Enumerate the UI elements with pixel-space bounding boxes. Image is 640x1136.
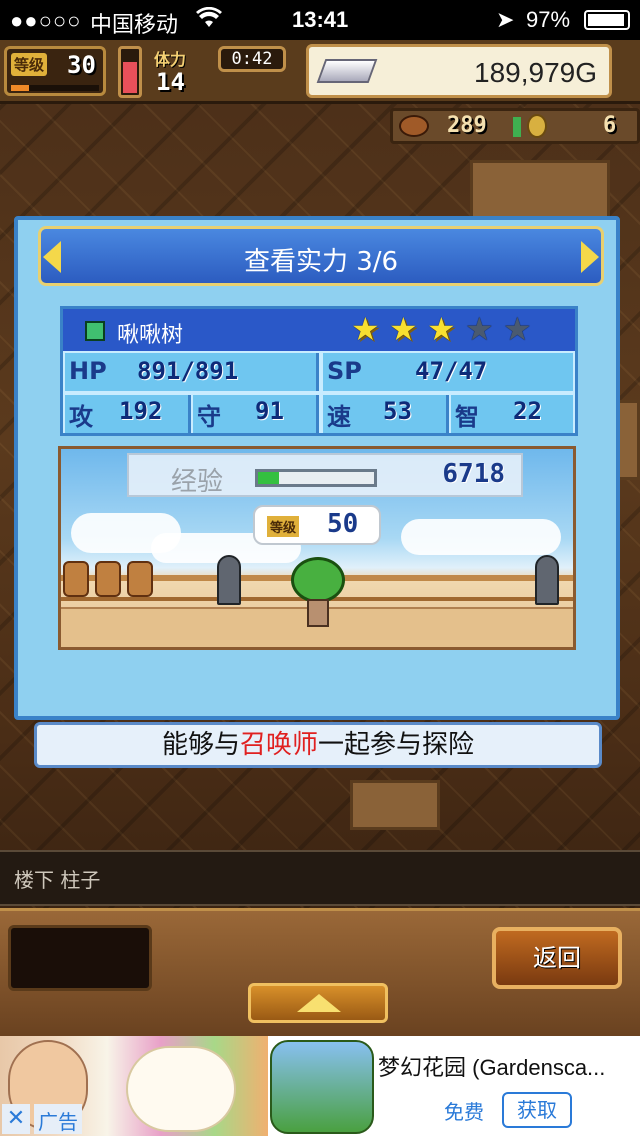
dialog-header: 查看实力 3/6 [38,226,604,286]
stat-row-combat: 攻 192 守 91 速 53 智 22 [63,393,575,435]
level-bubble: 等级 50 [253,505,381,545]
fatigue-label: 体力 [154,50,187,69]
barrel [63,561,89,597]
cannon [217,555,241,605]
cannon [535,555,559,605]
location-arrow-icon: ➤ [496,7,515,32]
resource-gauge [513,117,521,137]
hp-label: HP [69,357,107,385]
description-pre: 能够与 [161,730,240,760]
exp-bar [255,469,377,487]
sp-value: 47/47 [415,357,488,385]
star-icon: ★ [351,310,380,348]
star-icon: ★ [389,310,418,348]
info-slot [8,925,152,991]
exp-value: 6718 [442,459,505,489]
def-value: 91 [255,397,284,425]
description-post: 一起参与探险 [318,730,475,760]
gold-value: 189,979G [474,57,597,88]
character-name: 啾啾树 [117,323,184,348]
stats-panel: 啾啾树 ★ ★ ★ ★ ★ HP 891/891 SP 47/47 攻 192 … [60,306,578,436]
tree-character [291,557,345,603]
expand-up-button[interactable] [248,983,388,1023]
stamina-fill [123,62,137,93]
star-empty-icon: ★ [503,310,532,348]
int-label: 智 [455,403,479,431]
battery-icon [584,10,630,30]
signal-strength: ●●○○○ [10,8,82,33]
resource-bar: 289 6 [390,108,640,144]
cloud [401,519,561,555]
ad-free-label: 免费 [444,1100,484,1124]
stat-row-hp-sp: HP 891/891 SP 47/47 [63,351,575,393]
ad-tag: 广告 [34,1104,82,1134]
resource-count: 289 [447,113,487,138]
atk-value: 192 [119,397,163,425]
name-row: 啾啾树 ★ ★ ★ ★ ★ [63,309,575,351]
status-bar: ●●○○○ 中国移动 13:41 ➤ 97% [0,0,640,40]
gold-panel[interactable]: 189,979G [306,44,612,98]
barrel [127,561,153,597]
clock: 13:41 [292,7,349,32]
bubble-level-label: 等级 [267,516,300,537]
timer: 0:42 [218,46,286,72]
wifi-icon [196,6,222,35]
hp-value: 891/891 [137,357,239,385]
ad-get-button[interactable]: 获取 [502,1092,572,1128]
battery-percent: 97% [526,7,571,32]
stamina-gauge [118,46,142,98]
exp-label: 经验 [171,467,224,497]
exp-fill [258,472,279,484]
tree-character-body [307,599,329,627]
spd-value: 53 [383,397,412,425]
strength-dialog: 查看实力 3/6 啾啾树 ★ ★ ★ ★ ★ HP 891/891 SP 47/… [14,216,620,720]
chevron-up-icon [297,994,341,1012]
barrel [95,561,121,597]
fatigue-value: 14 [156,68,185,96]
atk-label: 攻 [69,403,93,431]
level-progress-fill [11,85,29,91]
back-button[interactable]: 返回 [492,927,622,989]
star-empty-icon: ★ [465,310,494,348]
resource-count-2: 6 [603,113,617,138]
next-arrow-icon[interactable] [581,241,599,273]
top-hud: 等级 30 体力 14 0:42 189,979G [0,40,640,104]
silver-bar-icon [316,59,378,83]
player-level-panel[interactable]: 等级 30 [4,46,106,96]
medal-icon [527,114,547,138]
int-value: 22 [513,397,542,425]
carrier-name: 中国移动 [90,12,179,37]
ad-app-icon[interactable] [270,1040,374,1134]
ad-close-icon[interactable]: ✕ [2,1104,30,1134]
bubble-level-value: 50 [327,509,359,539]
description: 能够与召唤师一起参与探险 [34,722,602,768]
exp-panel: 经验 6718 [127,453,523,497]
ad-decoration [126,1046,236,1132]
description-highlight: 召唤师 [239,730,318,760]
def-label: 守 [197,403,221,431]
dialog-title: 查看实力 3/6 [243,247,399,277]
food-icon [399,115,429,137]
element-icon [85,321,105,341]
spd-label: 速 [327,403,351,431]
control-bar: 返回 [0,908,640,1036]
character-preview: 经验 6718 等级 50 [58,446,576,650]
level-value: 30 [67,51,96,79]
location-bar: 楼下 柱子 [0,850,640,906]
level-label: 等级 [11,53,48,76]
sp-label: SP [327,357,362,385]
scene-stairs [350,780,440,830]
star-icon: ★ [427,310,456,348]
location-text: 楼下 柱子 [14,868,101,892]
level-progress-bar [11,85,99,91]
ad-title[interactable]: 梦幻花园 (Gardensca... [378,1050,634,1082]
